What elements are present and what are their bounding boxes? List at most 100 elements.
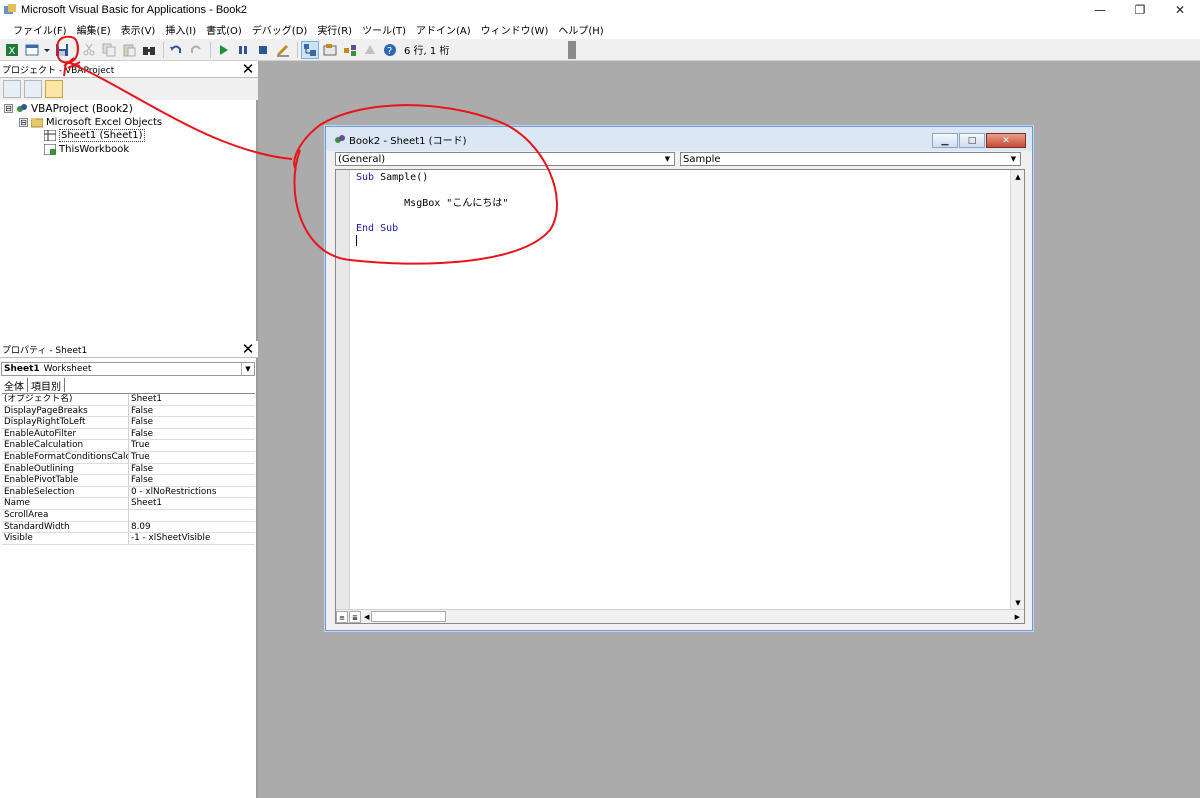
property-row[interactable]: DisplayPageBreaks False [2,405,255,418]
menu-format[interactable]: 書式(O) [201,22,247,37]
help-icon[interactable]: ? [381,41,399,59]
property-row[interactable]: DisplayRightToLeft False [2,417,255,429]
view-object-button[interactable] [24,80,42,98]
tab-alphabetic[interactable]: 全体 [1,378,28,393]
folder-icon [30,117,44,128]
save-icon[interactable] [53,41,71,59]
close-project-panel-icon[interactable]: ✕ [240,61,256,77]
tree-item-thisworkbook[interactable]: ThisWorkbook [43,143,130,156]
object-combo[interactable]: (General) ▼ [335,152,675,166]
tree-item-label: VBAProject (Book2) [31,102,133,115]
tree-item-vbaproject[interactable]: ⊟ VBAProject (Book2) [4,102,133,115]
restore-button[interactable]: ❐ [1120,0,1160,20]
menu-debug[interactable]: デバッグ(D) [247,22,313,37]
object-select[interactable]: Sheet1 Worksheet ▼ [1,362,255,376]
run-icon[interactable] [214,41,232,59]
project-panel-header: プロジェクト - VBAProject ✕ [0,61,258,78]
property-row[interactable]: StandardWidth 8.09 [2,521,255,534]
code-line: MsgBox "こんにちは" [356,197,509,209]
menu-addins[interactable]: アドイン(A) [411,22,476,37]
minimize-code-icon[interactable]: ▁ [932,133,958,148]
cut-icon[interactable] [80,41,98,59]
redo-icon[interactable] [187,41,205,59]
title-bar: Microsoft Visual Basic for Applications … [0,0,1200,20]
cursor-position: 6 行, 1 桁 [401,40,566,59]
procedure-combo[interactable]: Sample ▼ [680,152,1021,166]
object-browser-icon[interactable] [341,41,359,59]
design-mode-icon[interactable] [274,41,292,59]
full-module-view-icon[interactable]: ≣ [349,610,361,623]
code-window-title: Book2 - Sheet1 (コード) [349,135,467,147]
property-row[interactable]: EnableOutlining False [2,463,255,476]
menu-help[interactable]: ヘルプ(H) [553,22,608,37]
object-type: Worksheet [43,364,92,374]
property-row[interactable]: EnableAutoFilter False [2,428,255,441]
code-window-titlebar[interactable]: Book2 - Sheet1 (コード) [326,127,1032,151]
object-combo-value: (General) [338,153,386,165]
property-row[interactable]: Visible -1 - xlSheetVisible [2,533,255,545]
menu-edit[interactable]: 編集(E) [72,22,116,37]
undo-icon[interactable] [167,41,185,59]
menu-run[interactable]: 実行(R) [312,22,357,37]
code-line: ​ [356,183,508,194]
properties-tabs: 全体 項目別 [1,378,65,393]
horizontal-scrollbar[interactable]: ≡ ≣ ◀ ▶ [336,609,1024,623]
close-properties-panel-icon[interactable]: ✕ [240,341,256,357]
property-row[interactable]: EnablePivotTable False [2,475,255,487]
menu-file[interactable]: ファイル(F) [8,22,72,37]
minimize-button[interactable]: — [1080,0,1120,20]
insert-userform-icon[interactable] [23,41,41,59]
worksheet-icon [43,129,57,142]
properties-panel-header: プロパティ - Sheet1 ✕ [0,341,258,358]
code-editor[interactable]: Sub Sample()​ MsgBox "こんにちは"​End Sub ▲ ▼… [335,169,1025,624]
close-window-button[interactable]: ✕ [1160,0,1200,20]
chevron-down-icon[interactable]: ▼ [241,363,254,375]
property-row[interactable]: EnableCalculation True [2,440,255,452]
maximize-code-icon[interactable]: □ [959,133,985,148]
tree-item-excel-objects[interactable]: ⊟ Microsoft Excel Objects [19,116,162,129]
menu-view[interactable]: 表示(V) [116,22,161,37]
reset-icon[interactable] [254,41,272,59]
menu-tools[interactable]: ツール(T) [357,22,411,37]
properties-panel-title: プロパティ - Sheet1 [2,345,88,356]
vba-app-icon [3,3,17,17]
properties-window-icon[interactable] [321,41,339,59]
find-icon[interactable] [140,41,158,59]
toggle-folders-button[interactable] [45,80,63,98]
code-text[interactable]: Sub Sample()​ MsgBox "こんにちは"​End Sub [356,172,509,247]
tree-item-label: ThisWorkbook [59,144,130,155]
menu-insert[interactable]: 挿入(I) [160,22,201,37]
menu-window[interactable]: ウィンドウ(W) [476,22,554,37]
collapse-icon[interactable]: ⊟ [19,118,28,127]
chevron-down-icon[interactable]: ▼ [1007,153,1020,165]
vertical-scrollbar[interactable]: ▲ ▼ [1010,170,1024,610]
horizontal-scroll-thumb[interactable] [371,611,447,622]
property-row[interactable]: Name Sheet1 [2,498,255,510]
scroll-down-icon[interactable]: ▼ [1011,596,1025,610]
scroll-up-icon[interactable]: ▲ [1011,170,1025,184]
tree-item-label: Microsoft Excel Objects [46,117,163,128]
property-row[interactable]: EnableFormatConditionsCalcul True [2,451,255,464]
chevron-down-icon[interactable]: ▼ [661,153,674,165]
excel-view-icon[interactable]: X [3,41,21,59]
property-row[interactable]: ScrollArea [2,509,255,522]
view-code-button[interactable] [3,80,21,98]
tree-item-sheet1[interactable]: Sheet1 (Sheet1) [43,129,145,142]
tab-categorized[interactable]: 項目別 [28,378,65,393]
toolbox-icon[interactable] [361,41,379,59]
scroll-left-icon[interactable]: ◀ [364,613,369,621]
procedure-view-icon[interactable]: ≡ [336,610,348,623]
close-code-icon[interactable]: ✕ [986,133,1026,148]
project-explorer-icon[interactable] [301,40,319,59]
insert-dropdown-icon[interactable] [43,41,51,59]
property-row[interactable]: (オブジェクト名) Sheet1 [2,394,255,406]
property-row[interactable]: EnableSelection 0 - xlNoRestrictions [2,486,255,499]
indicator-margin[interactable] [336,170,350,610]
toolbar-grip[interactable] [568,40,576,59]
copy-icon[interactable] [100,41,118,59]
property-grid: (オブジェクト名) Sheet1 DisplayPageBreaks False D… [2,393,255,545]
scroll-right-icon[interactable]: ▶ [1015,613,1020,621]
break-icon[interactable] [234,41,252,59]
collapse-icon[interactable]: ⊟ [4,104,13,113]
paste-icon[interactable] [120,41,138,59]
